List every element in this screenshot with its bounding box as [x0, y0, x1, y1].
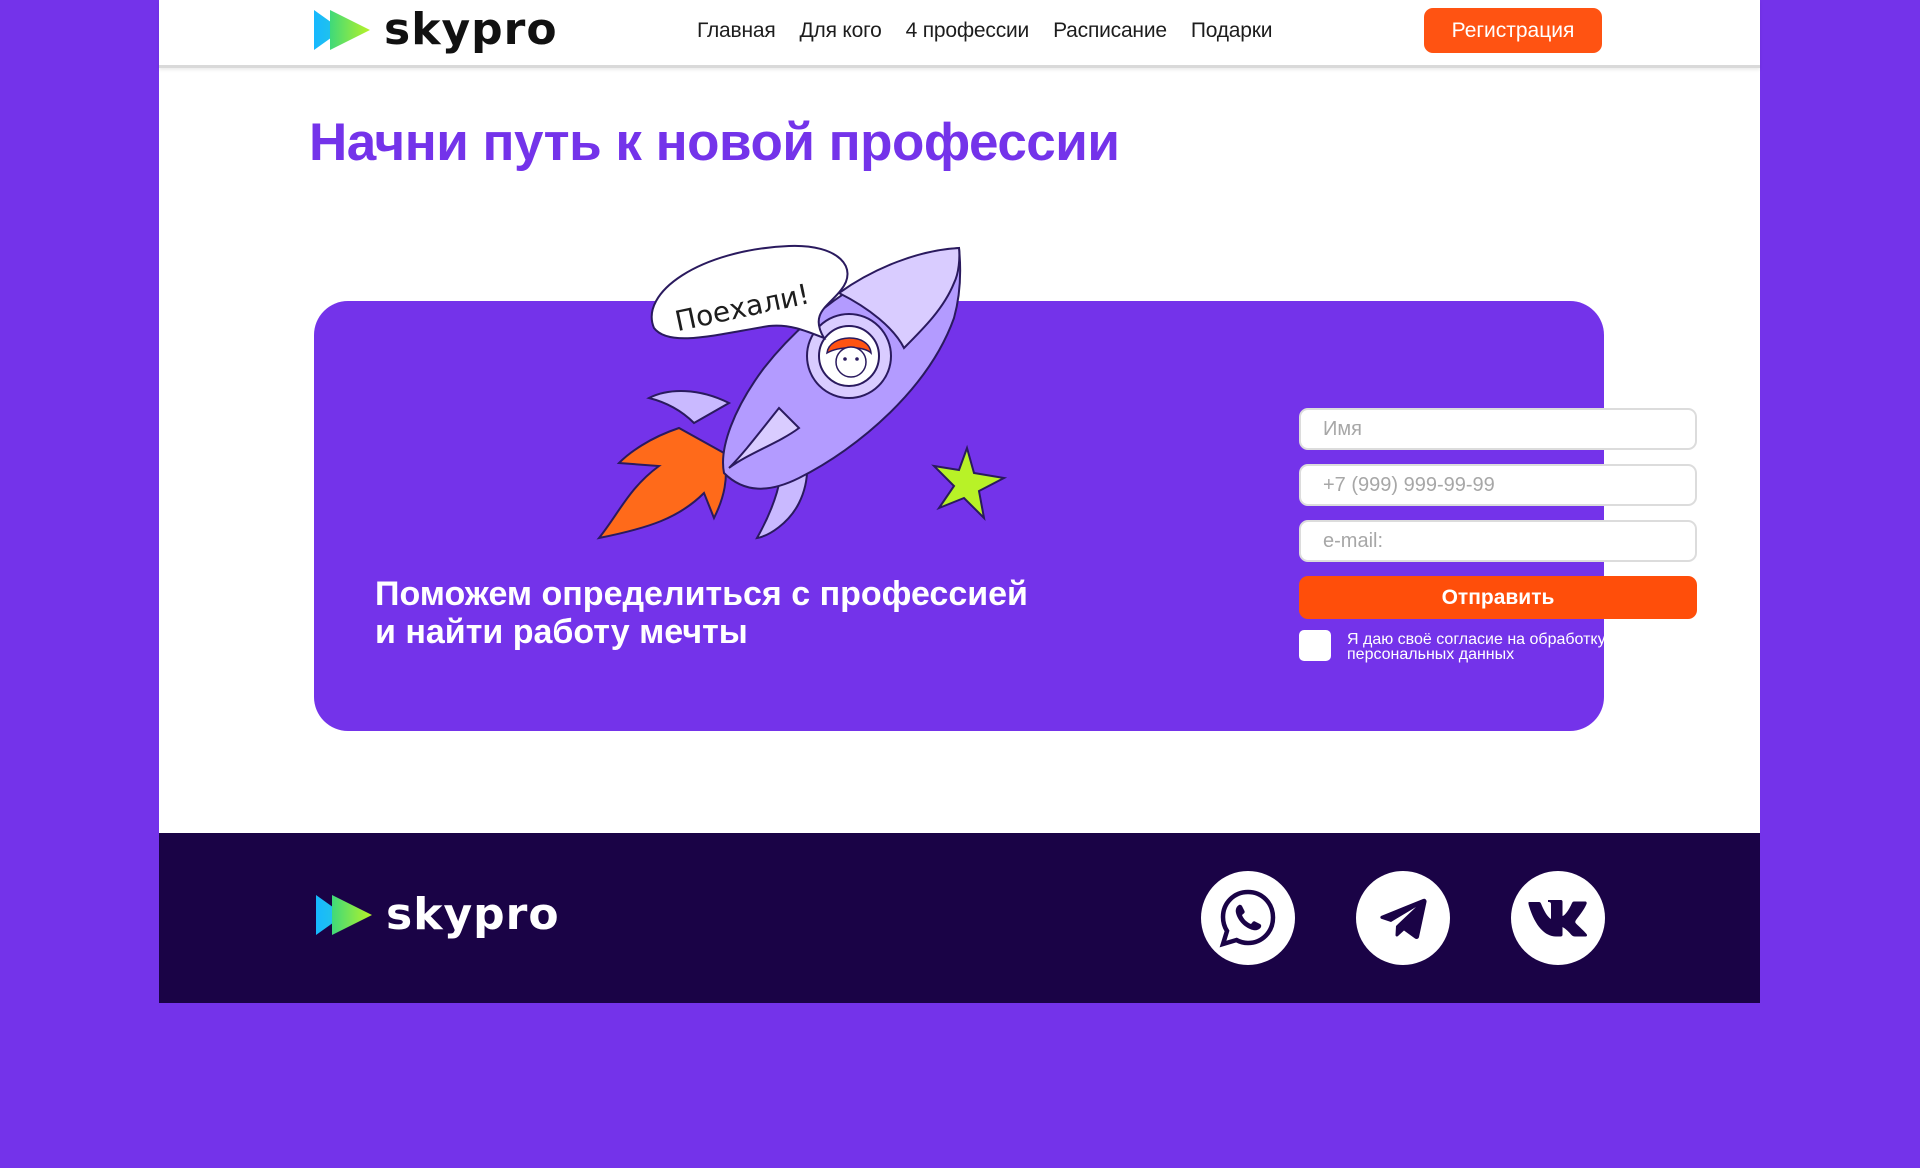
email-field[interactable] [1299, 520, 1697, 562]
page-title: Начни путь к новой профессии [309, 113, 1120, 172]
logo[interactable]: skypro [312, 8, 558, 52]
submit-button[interactable]: Отправить [1299, 576, 1697, 619]
main-nav: Главная Для кого 4 профессии Расписание … [697, 16, 1272, 46]
logo-text: skypro [384, 4, 558, 55]
nav-item-main[interactable]: Главная [697, 16, 776, 46]
footer-logo-text: skypro [386, 889, 560, 940]
rocket-illustration: Поехали! [596, 244, 1008, 540]
register-button[interactable]: Регистрация [1424, 8, 1602, 53]
whatsapp-icon [1219, 889, 1276, 948]
nav-item-schedule[interactable]: Расписание [1053, 16, 1167, 46]
telegram-icon [1380, 898, 1427, 939]
nav-item-gifts[interactable]: Подарки [1191, 16, 1273, 46]
footer: skypro [159, 833, 1760, 1003]
page: skypro Главная Для кого 4 профессии Расп… [159, 0, 1760, 1003]
whatsapp-link[interactable] [1201, 871, 1295, 965]
consent-text: Я даю своё согласие на обработку персона… [1347, 631, 1606, 663]
nav-item-audience[interactable]: Для кого [800, 16, 882, 46]
consent-checkbox[interactable] [1299, 630, 1331, 661]
vk-link[interactable] [1511, 871, 1605, 965]
nav-item-professions[interactable]: 4 профессии [906, 16, 1030, 46]
telegram-link[interactable] [1356, 871, 1450, 965]
name-field[interactable] [1299, 408, 1697, 450]
signup-form: Отправить Я даю своё согласие на обработ… [1299, 408, 1697, 663]
phone-field[interactable] [1299, 464, 1697, 506]
header: skypro Главная Для кого 4 профессии Расп… [159, 0, 1760, 68]
vk-icon [1528, 900, 1587, 937]
footer-logo[interactable]: skypro [314, 893, 560, 937]
logo-mark-icon [314, 10, 370, 50]
logo-mark-icon [316, 895, 372, 935]
hero-subtitle: Поможем определиться с профессией и найт… [375, 575, 1075, 651]
hero-subtitle-line2: и найти работу мечты [375, 613, 748, 651]
consent-row: Я даю своё согласие на обработку персона… [1299, 630, 1697, 663]
hero-subtitle-line1: Поможем определиться с профессией [375, 575, 1028, 613]
